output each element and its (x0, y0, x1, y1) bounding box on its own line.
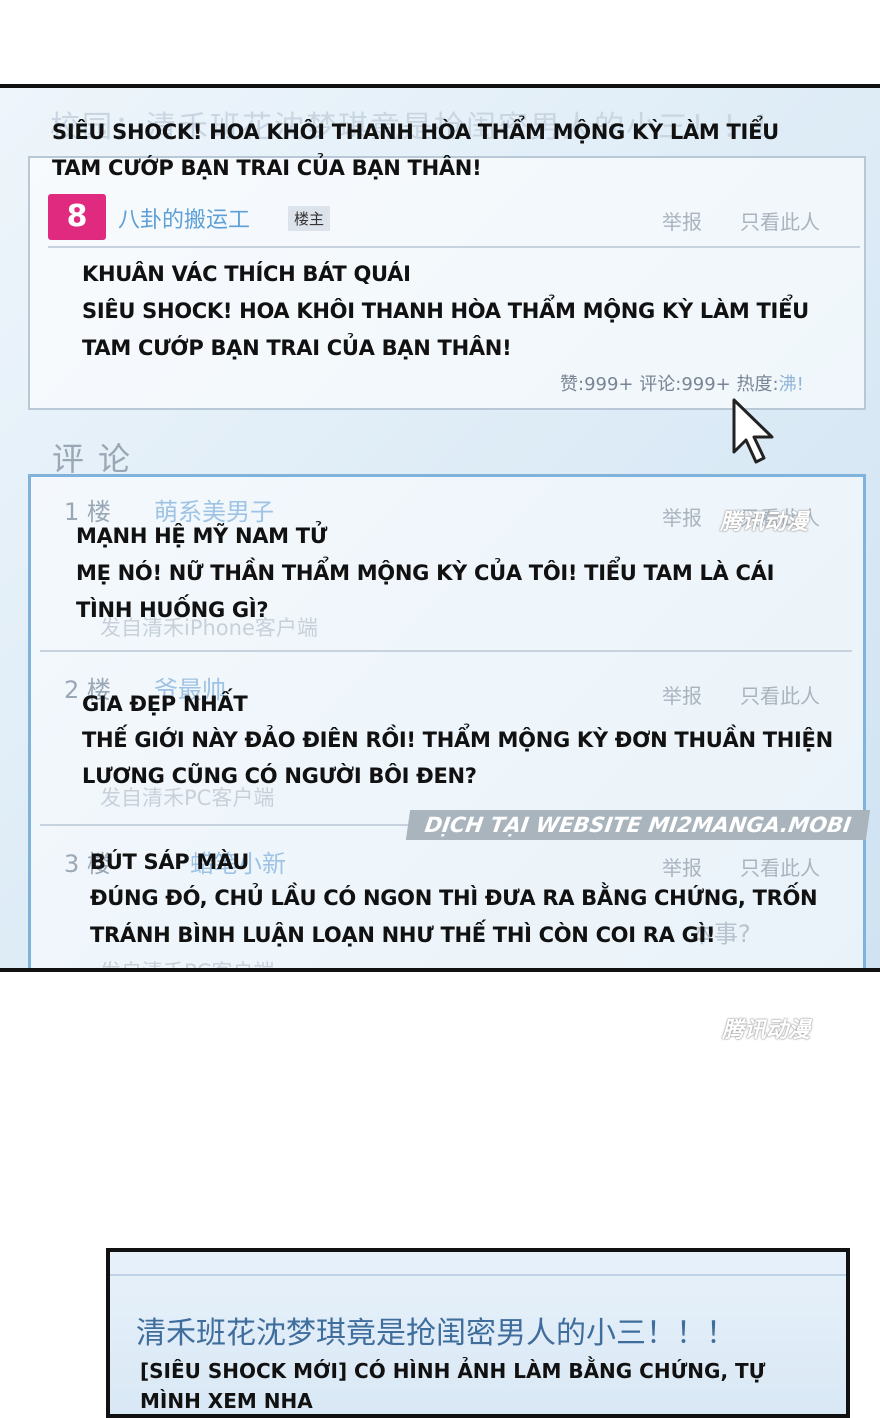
mouse-cursor-icon (730, 396, 780, 470)
panel2-caption-line-1: [SIÊU SHOCK MỚI] CÓ HÌNH ẢNH LÀM BẰNG CH… (140, 1359, 766, 1383)
post-caption-line-2: SIÊU SHOCK! HOA KHÔI THANH HÒA THẨM MỘNG… (82, 299, 809, 323)
translator-site-banner: DỊCH TẠI WEBSITE MI2MANGA.MOBI (405, 810, 871, 840)
post-caption-line-1: KHUÂN VÁC THÍCH BÁT QUÁI (82, 262, 411, 286)
only-this-user-link[interactable]: 只看此人 (740, 206, 820, 235)
comment-1-report-link[interactable]: 举报 (662, 502, 702, 531)
poster-name[interactable]: 八卦的搬运工 (118, 202, 250, 234)
comic-panel-forum: 校园：清禾班花沈梦琪竟是抢闺密男人的小三！！！ SIÊU SHOCK! HOA … (0, 84, 880, 972)
panel2-top-bar (110, 1274, 846, 1276)
post-caption-line-3: TAM CƯỚP BẠN TRAI CỦA BẠN THÂN! (82, 336, 512, 360)
comment-3-client: 发自清禾PC客户端 (100, 960, 275, 972)
comment-2-caption-line-3: LƯƠNG CŨNG CÓ NGƯỜI BÔI ĐEN? (82, 764, 477, 788)
comment-1-caption-line-3: TÌNH HUỐNG GÌ? (76, 598, 269, 622)
tencent-watermark: 腾讯动漫 (722, 1018, 811, 1043)
op-badge: 楼主 (288, 206, 331, 231)
likes-count[interactable]: 赞:999+ (560, 374, 634, 395)
hot-value: 沸! (778, 374, 804, 395)
comment-3-report-link[interactable]: 举报 (662, 852, 702, 881)
tencent-watermark: 腾讯动漫 (720, 510, 809, 535)
comic-panel-post-preview: 清禾班花沈梦琪竟是抢闺密男人的小三！！！ [SIÊU SHOCK MỚI] CÓ… (106, 1248, 850, 1418)
comment-3-only-this-link[interactable]: 只看此人 (740, 852, 820, 881)
comment-3-caption-line-3: TRÁNH BÌNH LUẬN LOẠN NHƯ THẾ THÌ CÒN COI… (90, 923, 716, 947)
report-link[interactable]: 举报 (662, 206, 702, 235)
caption-title-line-2: TAM CƯỚP BẠN TRAI CỦA BẠN THÂN! (52, 156, 482, 180)
comment-2-caption-line-2: THẾ GIỚI NÀY ĐẢO ĐIÊN RỒI! THẨM MỘNG KỲ … (82, 728, 833, 752)
comment-2-report-link[interactable]: 举报 (662, 680, 702, 709)
comment-1-caption-line-1: MẠNH HỆ MỸ NAM TỬ (76, 524, 328, 548)
comment-3-caption-line-1: BÚT SÁP MÀU (90, 850, 250, 874)
post-divider (48, 246, 860, 248)
panel2-post-title[interactable]: 清禾班花沈梦琪竟是抢闺密男人的小三！！！ (136, 1308, 736, 1352)
panel2-caption: [SIÊU SHOCK MỚI] CÓ HÌNH ẢNH LÀM BẰNG CH… (140, 1356, 766, 1414)
comment-2-caption-line-1: GIA ĐẸP NHẤT (82, 692, 248, 716)
poster-avatar[interactable]: 8 (48, 194, 106, 240)
post-stats: 赞:999+ 评论:999+ 热度:沸! (560, 370, 804, 396)
caption-title-line-1: SIÊU SHOCK! HOA KHÔI THANH HÒA THẨM MỘNG… (52, 120, 779, 144)
comment-divider (40, 650, 852, 652)
comment-3-caption-line-2: ĐÚNG ĐÓ, CHỦ LẦU CÓ NGON THÌ ĐƯA RA BẰNG… (90, 886, 818, 910)
panel2-caption-line-2: MÌNH XEM NHA (140, 1389, 313, 1413)
hot-label: 热度: (736, 374, 779, 395)
comment-1-caption-line-2: MẸ NÓ! NỮ THẦN THẨM MỘNG KỲ CỦA TÔI! TIỂ… (76, 561, 775, 585)
comment-2-only-this-link[interactable]: 只看此人 (740, 680, 820, 709)
comments-count[interactable]: 评论:999+ (639, 374, 731, 395)
